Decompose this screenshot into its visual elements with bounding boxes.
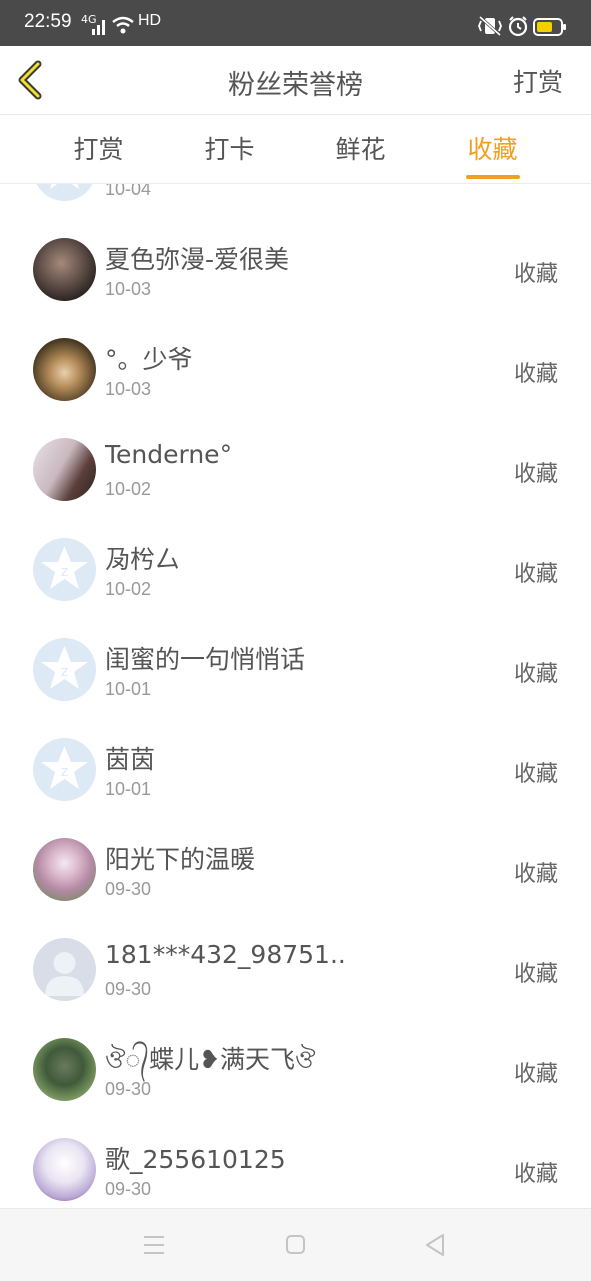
item-date: 10-03: [105, 279, 152, 299]
alarm-icon: [508, 16, 528, 37]
signal-icon: [92, 20, 105, 35]
page-title: 粉丝荣誉榜: [228, 70, 363, 101]
svg-text:z: z: [61, 564, 68, 580]
tab-bar: 打赏 打卡 鲜花 收藏: [0, 115, 591, 184]
list-item[interactable]: ঔ᭄蝶儿❥满天飞ঔ 09-30 收藏: [16, 1020, 574, 1121]
item-name: 夃枍厶: [105, 545, 181, 574]
tab-label: 打赏: [73, 135, 124, 164]
avatar: z: [33, 638, 96, 701]
item-name: °。少爷: [105, 345, 193, 374]
active-tab-indicator: [465, 175, 520, 179]
tab-label: 打卡: [204, 135, 255, 164]
svg-text:z: z: [61, 664, 68, 680]
item-date: 09-30: [105, 1179, 152, 1199]
list-item[interactable]: z 茵茵 10-01 收藏: [16, 720, 574, 821]
tab-label: 鲜花: [335, 135, 386, 164]
item-date: 10-03: [105, 379, 152, 399]
list-item[interactable]: °。少爷 10-03 收藏: [16, 320, 574, 421]
avatar: [33, 1038, 96, 1101]
status-bar: 22:59 4G HD: [0, 0, 591, 46]
avatar: z: [33, 738, 96, 801]
list-item[interactable]: 夏色弥漫-爱很美 10-03 收藏: [16, 220, 574, 321]
item-name: 茵茵: [105, 745, 156, 774]
item-action: 收藏: [513, 1062, 558, 1087]
avatar: [33, 238, 96, 301]
vibrate-icon: [478, 15, 502, 37]
hd-label: HD: [138, 12, 162, 29]
back-triangle-icon[interactable]: [424, 1233, 446, 1257]
star-avatar-icon: z: [41, 646, 88, 689]
item-name: 181***432_98751...: [105, 940, 345, 969]
item-date: 10-04: [105, 184, 152, 199]
fan-list[interactable]: z 10-04 夏色弥漫-爱很美 10-03 收藏 °。少爷 10-03 收藏 …: [0, 184, 591, 1208]
item-action: 收藏: [513, 962, 558, 987]
home-icon[interactable]: [285, 1233, 307, 1257]
item-name: 歌_255610125: [105, 1145, 286, 1174]
tab-reward[interactable]: 打赏: [33, 115, 164, 183]
avatar: [33, 438, 96, 501]
tab-favorites[interactable]: 收藏: [427, 115, 558, 183]
item-date: 09-30: [105, 979, 152, 999]
avatar: [33, 338, 96, 401]
avatar: [33, 938, 96, 1001]
tab-checkin[interactable]: 打卡: [164, 115, 295, 183]
item-date: 10-01: [105, 679, 152, 699]
list-item[interactable]: z 闺蜜的一句悄悄话 10-01 收藏: [16, 620, 574, 721]
item-name: 闺蜜的一句悄悄话: [105, 645, 306, 674]
avatar: z: [33, 538, 96, 601]
list-item[interactable]: z 10-04: [16, 184, 574, 221]
item-date: 10-02: [105, 479, 152, 499]
item-action: 收藏: [513, 462, 558, 487]
menu-icon[interactable]: [143, 1233, 165, 1257]
item-date: 10-01: [105, 779, 152, 799]
app-header: 粉丝荣誉榜 打赏: [0, 46, 591, 115]
item-date: 10-02: [105, 579, 152, 599]
item-name: 阳光下的温暖: [105, 845, 256, 874]
person-avatar-icon: [45, 952, 84, 996]
item-name: 夏色弥漫-爱很美: [105, 245, 290, 274]
item-action: 收藏: [513, 362, 558, 387]
status-time: 22:59: [24, 11, 72, 32]
star-avatar-icon: z: [41, 546, 88, 589]
item-date: 09-30: [105, 1079, 152, 1099]
item-action: 收藏: [513, 562, 558, 587]
wifi-icon: [112, 16, 134, 34]
list-item[interactable]: z 夃枍厶 10-02 收藏: [16, 520, 574, 621]
list-item[interactable]: 181***432_98751... 09-30 收藏: [16, 920, 574, 1021]
list-item[interactable]: 歌_255610125 09-30 收藏: [16, 1120, 574, 1208]
star-avatar-icon: z: [41, 746, 88, 789]
item-action: 收藏: [513, 862, 558, 887]
item-date: 09-30: [105, 879, 152, 899]
battery-icon: [533, 18, 566, 36]
tab-label: 收藏: [467, 135, 518, 164]
avatar: [33, 1138, 96, 1201]
avatar: [33, 838, 96, 901]
item-action: 收藏: [513, 662, 558, 687]
svg-text:z: z: [61, 764, 68, 780]
avatar: z: [33, 184, 96, 201]
reward-button[interactable]: 打赏: [513, 63, 563, 99]
list-item[interactable]: Tenderne° 10-02 收藏: [16, 420, 574, 521]
list-item[interactable]: 阳光下的温暖 09-30 收藏: [16, 820, 574, 921]
item-action: 收藏: [513, 762, 558, 787]
star-avatar-icon: z: [50, 184, 79, 189]
system-nav-bar: [0, 1208, 591, 1281]
item-action: 收藏: [513, 262, 558, 287]
item-action: 收藏: [513, 1162, 558, 1187]
tab-flowers[interactable]: 鲜花: [295, 115, 426, 183]
item-name: Tenderne°: [105, 440, 233, 469]
